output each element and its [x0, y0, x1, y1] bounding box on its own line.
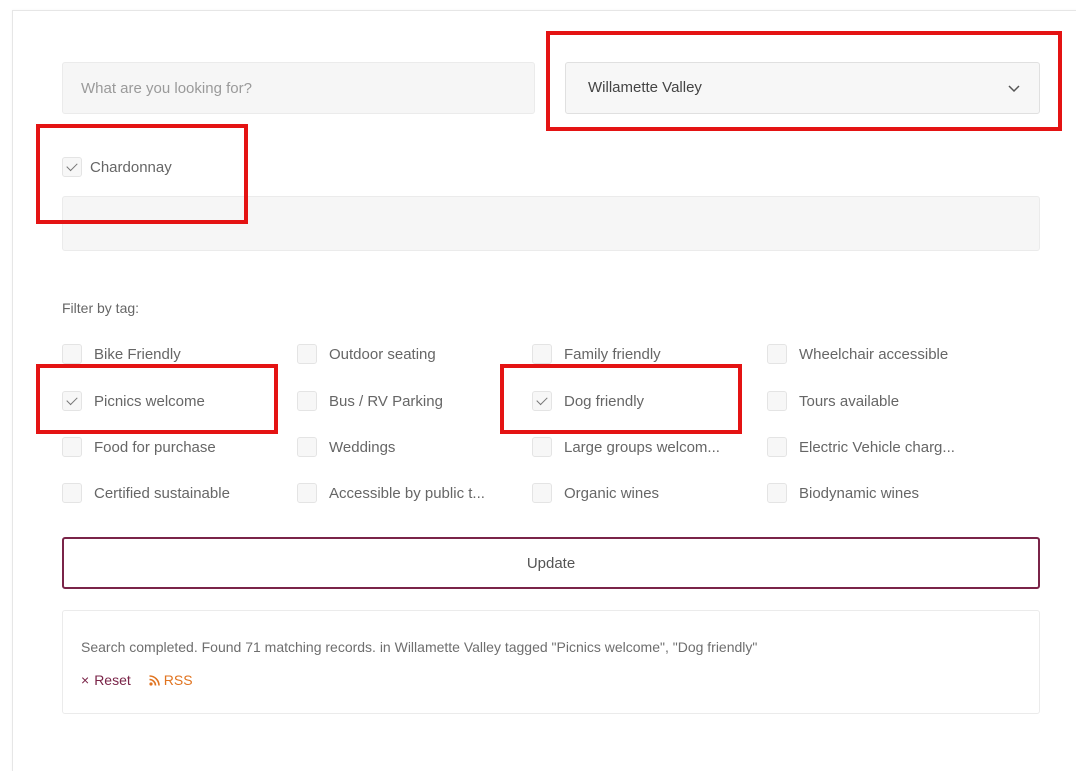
tag-certified-sustainable[interactable]: Certified sustainable [62, 481, 287, 505]
search-status-text: Search completed. Found 71 matching reco… [81, 639, 758, 655]
tag-label: Bus / RV Parking [329, 392, 443, 410]
results-actions: × Reset RSS [81, 672, 193, 688]
tag-label: Accessible by public t... [329, 484, 485, 502]
tag-label: Family friendly [564, 345, 661, 363]
tag-checkbox[interactable] [62, 483, 82, 503]
tag-checkbox[interactable] [297, 391, 317, 411]
tag-checkbox[interactable] [297, 437, 317, 457]
tag-tours-available[interactable]: Tours available [767, 389, 992, 413]
tag-accessible-by-public-transit[interactable]: Accessible by public t... [297, 481, 522, 505]
tag-organic-wines[interactable]: Organic wines [532, 481, 757, 505]
tag-label: Weddings [329, 438, 396, 456]
region-select[interactable]: Willamette Valley [565, 62, 1040, 114]
tag-bike-friendly[interactable]: Bike Friendly [62, 342, 287, 366]
rss-icon [149, 674, 160, 686]
tag-large-groups-welcome[interactable]: Large groups welcom... [532, 435, 757, 459]
tag-bus-rv-parking[interactable]: Bus / RV Parking [297, 389, 522, 413]
tag-label: Certified sustainable [94, 484, 230, 502]
grape-filter-chardonnay[interactable]: Chardonnay [62, 155, 172, 179]
tag-label: Electric Vehicle charg... [799, 438, 955, 456]
region-select-value: Willamette Valley [588, 79, 702, 96]
results-panel: Search completed. Found 71 matching reco… [62, 610, 1040, 714]
tag-checkbox[interactable] [532, 391, 552, 411]
filter-by-tag-label: Filter by tag: [62, 300, 140, 316]
tag-label: Biodynamic wines [799, 484, 920, 502]
tag-checkbox[interactable] [62, 344, 82, 364]
tag-outdoor-seating[interactable]: Outdoor seating [297, 342, 522, 366]
chevron-down-icon [1008, 85, 1020, 93]
tag-label: Food for purchase [94, 438, 216, 456]
tag-checkbox[interactable] [297, 344, 317, 364]
update-button[interactable]: Update [62, 537, 1040, 589]
tag-label: Picnics welcome [94, 392, 205, 410]
tag-label: Dog friendly [564, 392, 645, 410]
tag-electric-vehicle-charging[interactable]: Electric Vehicle charg... [767, 435, 992, 459]
tag-checkbox[interactable] [62, 437, 82, 457]
tag-checkbox[interactable] [767, 483, 787, 503]
tag-label: Large groups welcom... [564, 438, 720, 456]
tag-label: Organic wines [564, 484, 660, 502]
tag-family-friendly[interactable]: Family friendly [532, 342, 757, 366]
tag-picnics-welcome[interactable]: Picnics welcome [62, 389, 287, 413]
search-input[interactable] [62, 62, 535, 114]
chardonnay-checkbox[interactable] [62, 157, 82, 177]
chardonnay-label: Chardonnay [90, 158, 172, 176]
tag-checkbox[interactable] [532, 344, 552, 364]
tag-food-for-purchase[interactable]: Food for purchase [62, 435, 287, 459]
tag-label: Wheelchair accessible [799, 345, 949, 363]
rss-link[interactable]: RSS [149, 672, 193, 688]
tag-dog-friendly[interactable]: Dog friendly [532, 389, 757, 413]
tag-checkbox[interactable] [62, 391, 82, 411]
rss-label: RSS [163, 672, 193, 688]
tag-biodynamic-wines[interactable]: Biodynamic wines [767, 481, 992, 505]
tag-checkbox[interactable] [767, 344, 787, 364]
tag-label: Tours available [799, 392, 900, 410]
close-icon: × [81, 672, 90, 688]
tag-weddings[interactable]: Weddings [297, 435, 522, 459]
reset-link[interactable]: × Reset [81, 672, 131, 688]
tag-checkbox[interactable] [767, 391, 787, 411]
grape-selection-field[interactable] [62, 196, 1040, 251]
tag-checkbox[interactable] [532, 437, 552, 457]
tag-checkbox[interactable] [532, 483, 552, 503]
tag-label: Outdoor seating [329, 345, 436, 363]
tag-wheelchair-accessible[interactable]: Wheelchair accessible [767, 342, 992, 366]
tag-label: Bike Friendly [94, 345, 181, 363]
tag-checkbox[interactable] [297, 483, 317, 503]
reset-label: Reset [94, 672, 131, 688]
tag-checkbox[interactable] [767, 437, 787, 457]
